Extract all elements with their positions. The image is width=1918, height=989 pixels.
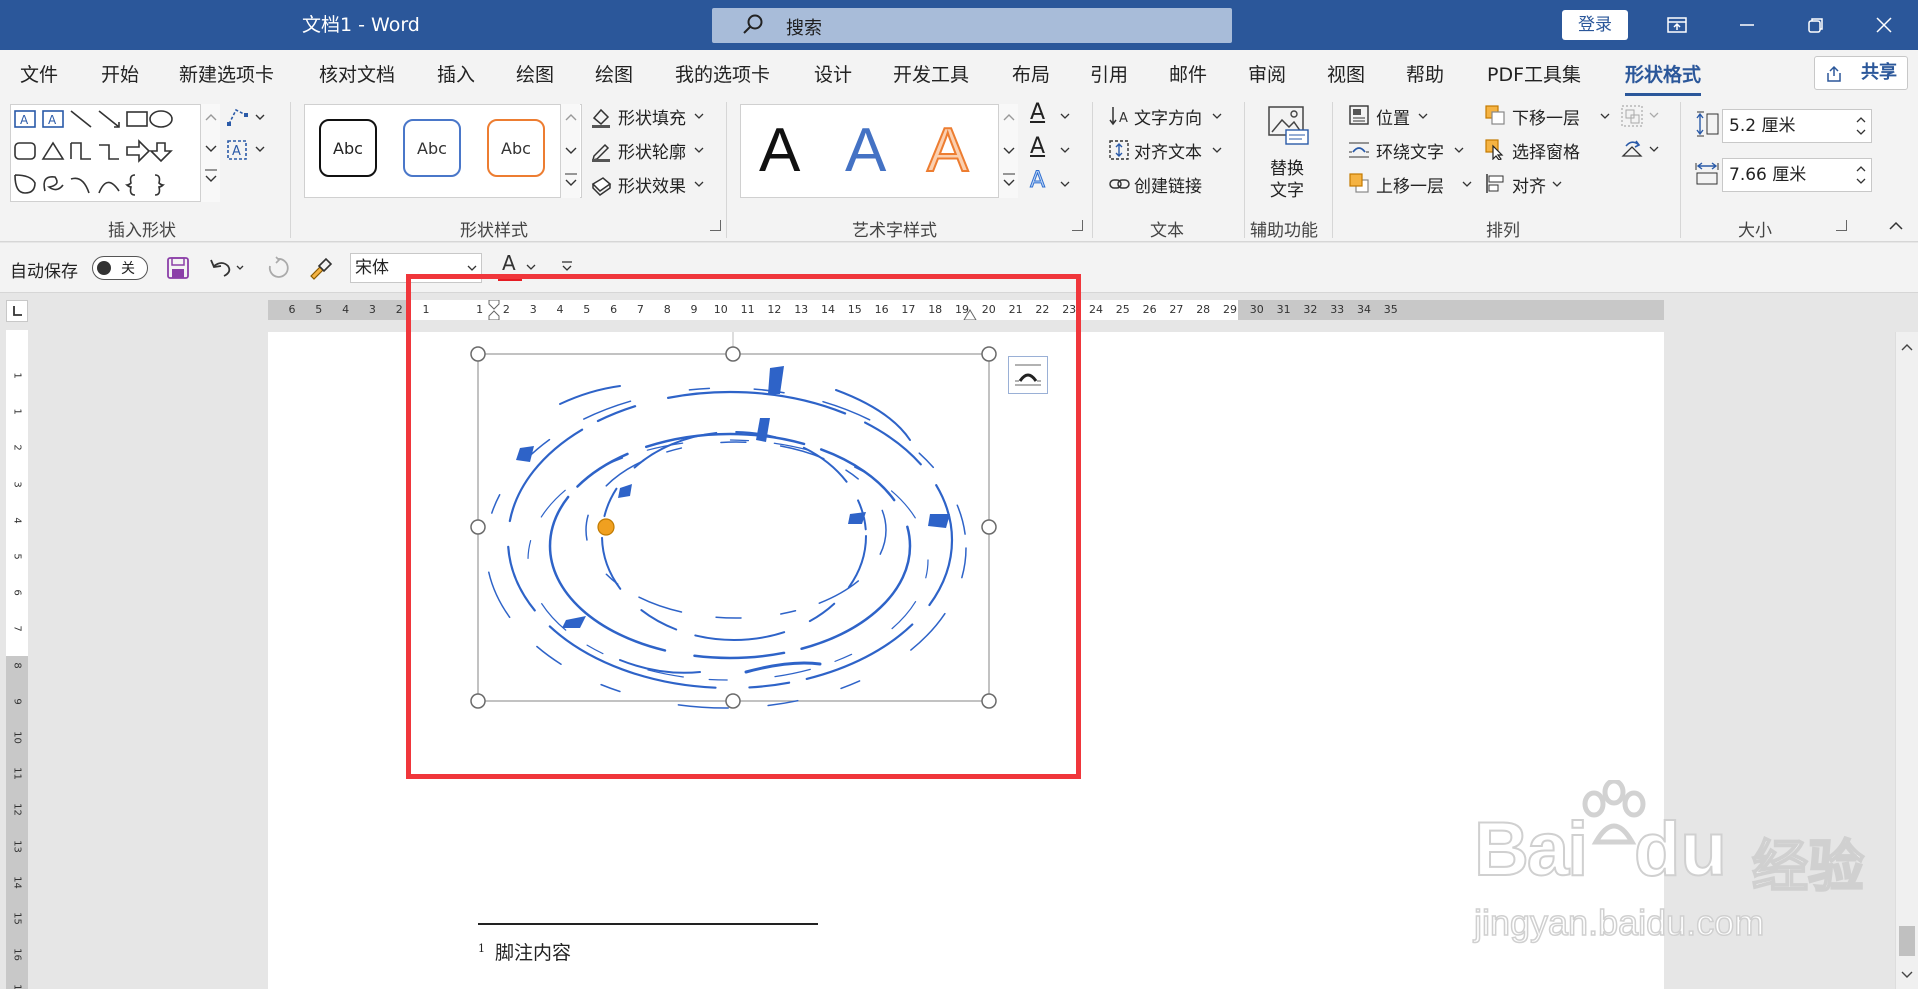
footnote-number: 1 (478, 941, 485, 955)
watermark-suffix: 经验 (1751, 834, 1865, 899)
footnote-separator (478, 923, 818, 925)
footnote-text: 脚注内容 (495, 942, 572, 964)
watermark-url: jingyan.baidu.com (1473, 901, 1765, 944)
watermark-brand-2: du (1633, 806, 1728, 893)
footnote[interactable]: 1 脚注内容 (478, 938, 571, 965)
watermark-brand: Bai (1473, 806, 1589, 893)
highlight-annotation-box (406, 274, 1081, 779)
